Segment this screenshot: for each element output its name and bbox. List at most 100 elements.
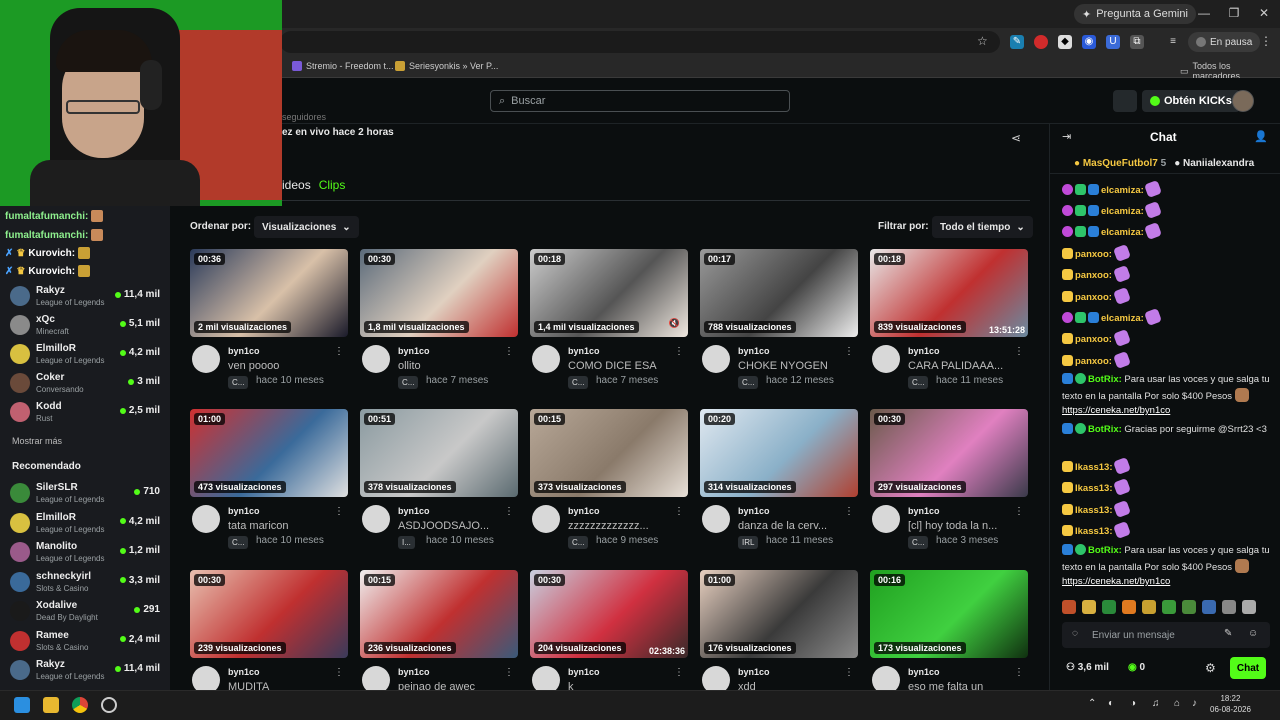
kebab-menu-icon[interactable]: ⋮ <box>674 667 684 678</box>
reading-list-icon[interactable]: ≡ <box>1166 35 1180 49</box>
emote-icon[interactable] <box>1102 600 1116 614</box>
clip-card[interactable]: 00:36 2 mil visualizaciones byn1co ⋮ ven… <box>190 249 350 399</box>
chat-username[interactable]: panxoo: <box>1075 249 1112 260</box>
kebab-menu-icon[interactable]: ⋮ <box>334 506 344 517</box>
extension-icon[interactable]: ✎ <box>1010 35 1024 49</box>
avatar[interactable] <box>532 505 560 533</box>
kebab-menu-icon[interactable]: ⋮ <box>1014 506 1024 517</box>
discord-icon[interactable]: ◐ <box>1108 698 1114 709</box>
clip-thumbnail[interactable]: 00:18 839 visualizaciones 13:51:28 <box>870 249 1028 337</box>
address-bar[interactable] <box>280 31 1000 53</box>
clip-category-tag[interactable]: C... <box>398 376 419 389</box>
obs-icon[interactable] <box>101 697 117 713</box>
emote-icon[interactable] <box>1082 600 1096 614</box>
collapse-chat-icon[interactable]: ⇥ <box>1062 130 1071 143</box>
kebab-menu-icon[interactable]: ⋮ <box>674 346 684 357</box>
sidebar-channel[interactable]: ElmilloR League of Legends 4,2 mil <box>10 341 165 367</box>
clip-category-tag[interactable]: C... <box>568 536 589 549</box>
clip-thumbnail[interactable]: 00:15 373 visualizaciones <box>530 409 688 497</box>
file-explorer-icon[interactable] <box>43 697 59 713</box>
menu-kebab-icon[interactable]: ⋮ <box>1260 34 1272 48</box>
layout-toggle-button[interactable] <box>1113 90 1137 112</box>
mute-icon[interactable]: 🔇 <box>669 318 680 329</box>
clip-category-tag[interactable]: C... <box>908 376 929 389</box>
avatar[interactable] <box>192 345 220 373</box>
sidebar-channel[interactable]: Manolito League of Legends 1,2 mil <box>10 539 165 565</box>
clip-author[interactable]: byn1co <box>228 346 260 356</box>
clip-title[interactable]: CHOKE NYOGEN <box>738 360 848 372</box>
emote-icon[interactable] <box>1162 600 1176 614</box>
extension-icon[interactable] <box>1034 35 1048 49</box>
avatar[interactable] <box>532 345 560 373</box>
emote-icon[interactable] <box>1222 600 1236 614</box>
sidebar-channel[interactable]: Rakyz League of Legends 11,4 mil <box>10 657 165 683</box>
kebab-menu-icon[interactable]: ⋮ <box>844 667 854 678</box>
clip-thumbnail[interactable]: 00:15 236 visualizaciones <box>360 570 518 658</box>
kebab-menu-icon[interactable]: ⋮ <box>1014 346 1024 357</box>
kebab-menu-icon[interactable]: ⋮ <box>1014 667 1024 678</box>
clip-title[interactable]: [cl] hoy toda la n... <box>908 520 1018 532</box>
clip-thumbnail[interactable]: 00:20 314 visualizaciones <box>700 409 858 497</box>
clip-card[interactable]: 00:30 297 visualizaciones byn1co ⋮ [cl] … <box>870 409 1030 559</box>
clip-author[interactable]: byn1co <box>568 506 600 516</box>
clip-category-tag[interactable]: C... <box>738 376 759 389</box>
kebab-menu-icon[interactable]: ⋮ <box>504 346 514 357</box>
clip-author[interactable]: byn1co <box>738 346 770 356</box>
clip-title[interactable]: CARA PALIDAAA... <box>908 360 1018 372</box>
clip-title[interactable]: danza de la cerv... <box>738 520 848 532</box>
clip-card[interactable]: 00:15 373 visualizaciones byn1co ⋮ zzzzz… <box>530 409 690 559</box>
clip-thumbnail[interactable]: 00:30 204 visualizaciones 02:38:36 <box>530 570 688 658</box>
sidebar-channel[interactable]: Kodd Rust 2,5 mil <box>10 399 165 425</box>
clip-title[interactable]: zzzzzzzzzzzzz... <box>568 520 678 532</box>
clip-author[interactable]: byn1co <box>908 506 940 516</box>
chrome-icon[interactable] <box>72 697 88 713</box>
sort-dropdown[interactable]: Visualizaciones ⌄ <box>254 216 359 238</box>
clip-thumbnail[interactable]: 00:16 173 visualizaciones <box>870 570 1028 658</box>
clip-card[interactable]: 00:17 788 visualizaciones byn1co ⋮ CHOKE… <box>700 249 860 399</box>
tab-clips[interactable]: Clips <box>319 178 346 192</box>
chat-message-input[interactable]: ◌ Enviar un mensaje ✎ ☺ <box>1062 622 1270 648</box>
sidebar-channel[interactable]: Xodalive Dead By Daylight 291 <box>10 598 165 624</box>
clip-card[interactable]: 00:18 839 visualizaciones 13:51:28 byn1c… <box>870 249 1030 399</box>
clip-author[interactable]: byn1co <box>398 346 430 356</box>
clip-author[interactable]: byn1co <box>738 506 770 516</box>
gear-icon[interactable]: ⚙ <box>1205 661 1216 675</box>
user-avatar[interactable] <box>1232 90 1254 112</box>
profile-paused-button[interactable]: En pausa <box>1188 32 1261 52</box>
sidebar-channel[interactable]: Rakyz League of Legends 11,4 mil <box>10 283 165 309</box>
network-icon[interactable]: ⌂ <box>1174 698 1180 709</box>
gifter-entry[interactable]: ● MasQueFutbol7 5 <box>1074 158 1166 169</box>
chat-link[interactable]: https://ceneka.net/byn1co <box>1062 405 1170 416</box>
chat-username[interactable]: elcamiza: <box>1101 185 1144 196</box>
avatar[interactable] <box>702 505 730 533</box>
clip-author[interactable]: byn1co <box>568 346 600 356</box>
kebab-menu-icon[interactable]: ⋮ <box>844 346 854 357</box>
chat-username[interactable]: panxoo: <box>1075 270 1112 281</box>
clip-card[interactable]: 00:15 236 visualizaciones byn1co ⋮ peina… <box>360 570 520 694</box>
clip-thumbnail[interactable]: 01:00 176 visualizaciones <box>700 570 858 658</box>
clip-author[interactable]: byn1co <box>908 346 940 356</box>
kebab-menu-icon[interactable]: ⋮ <box>504 506 514 517</box>
emote-icon[interactable] <box>1142 600 1156 614</box>
clip-title[interactable]: ollito <box>398 360 508 372</box>
clip-card[interactable]: 00:18 1,4 mil visualizaciones 🔇 byn1co ⋮… <box>530 249 690 399</box>
tray-chevron-icon[interactable]: ⌃ <box>1088 698 1096 709</box>
clip-author[interactable]: byn1co <box>738 667 770 677</box>
clip-category-tag[interactable]: C... <box>228 376 249 389</box>
chat-username[interactable]: elcamiza: <box>1101 227 1144 238</box>
kebab-menu-icon[interactable]: ⋮ <box>844 506 854 517</box>
clip-card[interactable]: 00:30 204 visualizaciones 02:38:36 byn1c… <box>530 570 690 694</box>
clip-card[interactable]: 01:00 176 visualizaciones byn1co ⋮ xdd <box>700 570 860 694</box>
emote-icon[interactable] <box>1122 600 1136 614</box>
clip-author[interactable]: byn1co <box>228 506 260 516</box>
clip-card[interactable]: 00:20 314 visualizaciones byn1co ⋮ danza… <box>700 409 860 559</box>
chat-kicks-count[interactable]: ◉ 0 <box>1128 662 1145 673</box>
maximize-icon[interactable]: ❐ <box>1224 6 1244 20</box>
avatar[interactable] <box>702 345 730 373</box>
extension-icon[interactable]: U <box>1106 35 1120 49</box>
clip-category-tag[interactable]: C... <box>568 376 589 389</box>
translate-icon[interactable]: ✎ <box>1224 628 1232 639</box>
kebab-menu-icon[interactable]: ⋮ <box>334 346 344 357</box>
kebab-menu-icon[interactable]: ⋮ <box>504 667 514 678</box>
clip-title[interactable]: COMO DICE ESA <box>568 360 678 372</box>
